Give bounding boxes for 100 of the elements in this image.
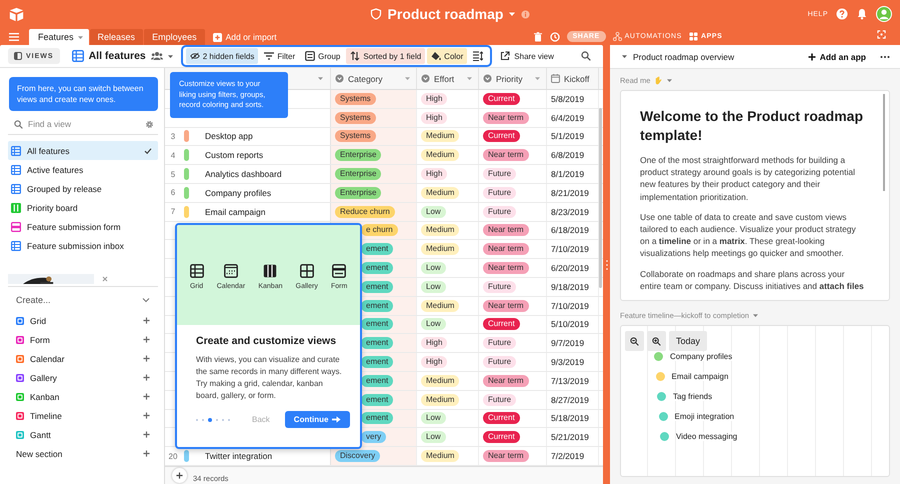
plus-icon[interactable] xyxy=(143,393,150,400)
add-record-button[interactable] xyxy=(172,468,187,483)
row-number: 4 xyxy=(170,150,176,160)
check-icon xyxy=(144,146,152,154)
roadmap-entry[interactable]: Email campaign xyxy=(672,372,728,381)
table-tab[interactable]: Features xyxy=(29,29,89,45)
logo-icon[interactable] xyxy=(8,6,25,22)
column-header[interactable]: Kickoff xyxy=(547,68,599,89)
search-icon[interactable] xyxy=(581,51,591,61)
zoom-out-button[interactable] xyxy=(625,331,644,351)
add-app-button[interactable]: Add an app xyxy=(808,52,866,62)
toolbar-button[interactable]: Color xyxy=(427,48,468,64)
expand-icon[interactable] xyxy=(877,30,886,39)
caret-icon[interactable] xyxy=(318,76,323,81)
caret-icon[interactable] xyxy=(622,54,627,59)
table-cell: 7/13/2019 xyxy=(551,376,589,386)
create-view-item[interactable]: Form xyxy=(8,330,158,349)
create-view-item[interactable]: Timeline xyxy=(8,406,158,425)
caret-icon[interactable] xyxy=(667,78,672,83)
view-item[interactable]: Priority board xyxy=(8,198,158,217)
toolbar-button[interactable]: Filter xyxy=(260,48,300,64)
column-header[interactable]: Effort xyxy=(417,68,479,89)
row-height-icon xyxy=(473,51,484,61)
grid-icon xyxy=(72,50,84,62)
menu-icon[interactable] xyxy=(9,33,19,41)
chevron-icon[interactable] xyxy=(142,296,150,304)
table-cell: 8/1/2019 xyxy=(551,169,584,180)
resize-handle-icon[interactable] xyxy=(606,260,608,270)
grid-icon xyxy=(11,184,21,194)
step-dot[interactable] xyxy=(208,418,212,422)
plus-icon[interactable] xyxy=(143,336,150,343)
roadmap-entry[interactable]: Company profiles xyxy=(670,352,732,361)
category-tag: Reduce churn xyxy=(335,206,395,218)
create-view-item[interactable]: Kanban xyxy=(8,387,158,406)
toolbar-button[interactable]: 2 hidden fields xyxy=(186,48,258,64)
plus-icon[interactable] xyxy=(143,355,150,362)
plus-icon[interactable] xyxy=(143,317,150,324)
priority-tag: Near term xyxy=(483,374,529,387)
create-view-item[interactable]: Gantt xyxy=(8,425,158,444)
settings-icon[interactable] xyxy=(145,120,154,128)
readme-paragraph: Use one table of data to create and save custom views tailored to each audience. Visualize your product strategy on a timeline or in a matrix. These great-looking visualizations help meetings go quicker and smoother. xyxy=(640,210,857,260)
continue-button[interactable]: Continue xyxy=(284,411,350,428)
avatar[interactable] xyxy=(876,6,892,22)
priority-tag: Current xyxy=(483,431,520,444)
priority-tag: Near term xyxy=(483,149,529,162)
view-name[interactable]: All features xyxy=(88,50,146,62)
effort-tag: Low xyxy=(421,206,446,218)
plus-icon[interactable] xyxy=(143,374,150,381)
kanban-icon xyxy=(11,202,21,212)
zoom-out-icon xyxy=(630,336,639,346)
today-button[interactable]: Today xyxy=(669,331,708,351)
effort-tag: Medium xyxy=(421,186,460,199)
view-item[interactable]: Feature submission form xyxy=(8,217,158,236)
find-view-field[interactable]: Find a view xyxy=(28,119,128,129)
view-item[interactable]: All features xyxy=(8,141,158,160)
create-label[interactable]: Create... xyxy=(16,295,51,305)
plus-icon[interactable] xyxy=(143,412,150,419)
view-item[interactable]: Active features xyxy=(8,160,158,179)
zoom-in-button[interactable] xyxy=(647,331,666,351)
roadmap-entry[interactable]: Video messaging xyxy=(676,432,738,441)
grid-icon xyxy=(11,240,21,250)
caret-icon[interactable] xyxy=(753,313,758,318)
create-view-item[interactable]: Calendar xyxy=(8,349,158,368)
caret-icon[interactable] xyxy=(168,54,173,58)
table-cell: Analytics dashboard xyxy=(205,169,282,180)
calendar-icon xyxy=(224,264,238,278)
create-view-item[interactable]: Gallery xyxy=(8,368,158,387)
toolbar-button[interactable]: Group xyxy=(301,48,344,64)
toolbar-button[interactable]: Sorted by 1 field xyxy=(346,48,426,64)
plus-icon[interactable] xyxy=(143,450,150,457)
history-icon[interactable] xyxy=(550,32,560,42)
help-icon[interactable] xyxy=(836,8,848,20)
priority-tag: Future xyxy=(483,186,516,199)
gallery-icon xyxy=(300,264,314,278)
caret-icon[interactable] xyxy=(509,11,516,17)
caret-icon[interactable] xyxy=(78,34,83,40)
effort-tag: Medium xyxy=(421,374,460,387)
calendar-icon xyxy=(551,74,560,83)
column-header[interactable]: Priority xyxy=(479,68,547,89)
new-section-item[interactable]: New section xyxy=(8,444,158,463)
info-icon[interactable] xyxy=(521,10,530,18)
bell-icon[interactable] xyxy=(856,8,868,20)
plus-icon[interactable] xyxy=(143,431,150,438)
priority-tag: Future xyxy=(483,280,516,293)
priority-tag: Current xyxy=(483,412,520,424)
column-header[interactable]: Category xyxy=(331,68,417,89)
create-view-item[interactable]: Grid xyxy=(8,311,158,330)
view-item[interactable]: Feature submission inbox xyxy=(8,236,158,255)
view-item[interactable]: Grouped by release xyxy=(8,179,158,198)
table-tab[interactable]: Releases xyxy=(90,29,144,45)
close-icon[interactable] xyxy=(102,276,108,282)
row-number: 3 xyxy=(170,132,176,141)
select-field-icon xyxy=(421,74,430,83)
trash-icon[interactable] xyxy=(532,32,543,42)
roadmap-entry[interactable]: Emoji integration xyxy=(674,412,734,421)
category-tag: Enterprise xyxy=(335,186,382,199)
table-tab[interactable]: Employees xyxy=(144,29,205,45)
category-tag: ement xyxy=(361,394,394,406)
roadmap-entry[interactable]: Tag friends xyxy=(673,392,712,401)
share-view-button[interactable]: Share view xyxy=(500,51,554,61)
